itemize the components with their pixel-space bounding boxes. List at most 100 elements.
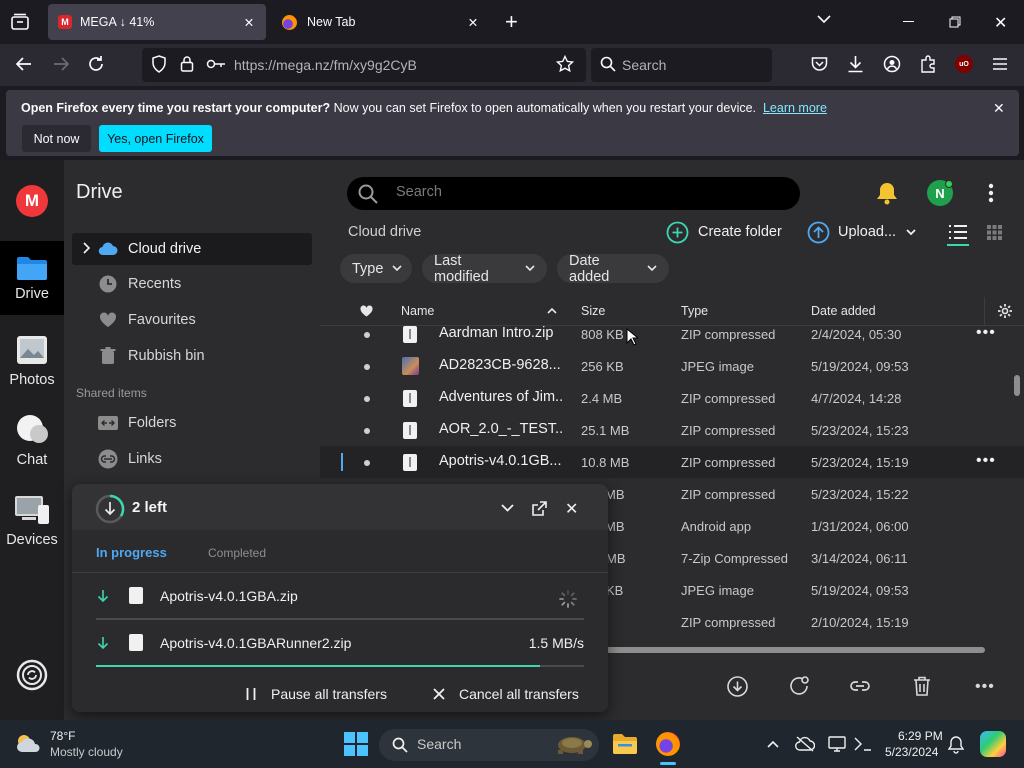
bookmark-star-icon[interactable]: [556, 55, 574, 73]
notification-bell-icon[interactable]: [948, 736, 964, 754]
tab-in-progress[interactable]: In progress: [96, 545, 167, 560]
extensions-puzzle-icon[interactable]: [920, 55, 937, 73]
sidebar-item-links[interactable]: Links: [72, 443, 312, 475]
download-circle-icon[interactable]: [727, 676, 748, 697]
favourite-dot-icon[interactable]: [364, 364, 370, 370]
favourite-column-heart-icon[interactable]: [360, 305, 373, 317]
favourite-dot-icon[interactable]: [364, 396, 370, 402]
share-folder-icon[interactable]: [788, 675, 810, 697]
close-tab-icon[interactable]: ✕: [240, 13, 258, 31]
back-arrow-icon[interactable]: [15, 56, 33, 72]
rail-photos[interactable]: Photos: [0, 335, 64, 388]
table-row[interactable]: Adventures of Jim... 2.4 MB ZIP compress…: [320, 382, 1024, 414]
drive-folder-icon: [16, 255, 48, 281]
tab-completed[interactable]: Completed: [208, 546, 266, 560]
transfer-item[interactable]: Apotris-v4.0.1GBARunner2.zip 1.5 MB/s: [72, 621, 608, 667]
clock-date[interactable]: 5/23/2024: [885, 745, 938, 759]
weather-cloud-icon[interactable]: [14, 731, 44, 755]
pocket-icon[interactable]: [811, 56, 828, 72]
vertical-scrollbar-thumb[interactable]: [1014, 375, 1020, 396]
sidebar-item-rubbish-bin[interactable]: Rubbish bin: [72, 340, 312, 372]
window-close-icon[interactable]: ✕: [994, 13, 1007, 33]
browser-search-box[interactable]: [591, 48, 772, 82]
more-options-vertical-icon[interactable]: [988, 183, 994, 203]
table-row[interactable]: AD2823CB-9628... 256 KB JPEG image 5/19/…: [320, 350, 1024, 382]
account-icon[interactable]: [883, 55, 901, 73]
tab-new-tab[interactable]: New Tab ✕: [272, 4, 490, 40]
file-explorer-icon[interactable]: [612, 733, 638, 755]
not-now-button[interactable]: Not now: [22, 125, 91, 152]
type-filter[interactable]: Type: [340, 254, 412, 283]
rail-devices[interactable]: Devices: [0, 495, 64, 548]
transfer-item[interactable]: Apotris-v4.0.1GBA.zip: [72, 573, 608, 621]
table-row[interactable]: Aardman Intro.zip 808 KB ZIP compressed …: [320, 318, 1024, 350]
pause-all-transfers-button[interactable]: Pause all transfers: [245, 684, 387, 704]
padlock-icon[interactable]: [180, 55, 194, 72]
restore-icon[interactable]: [949, 16, 961, 28]
expand-panel-icon[interactable]: [532, 501, 547, 516]
zip-file-icon: [403, 454, 417, 471]
column-header-date-added[interactable]: Date added: [811, 304, 876, 318]
tab-list-icon[interactable]: [10, 13, 30, 31]
onedrive-offline-icon[interactable]: [795, 736, 815, 752]
sidebar-item-folders[interactable]: Folders: [72, 407, 312, 439]
get-link-icon[interactable]: [849, 680, 871, 692]
upload-button[interactable]: Upload...: [807, 220, 916, 244]
row-more-options-icon[interactable]: •••: [976, 452, 996, 470]
sync-status-icon[interactable]: [16, 659, 48, 691]
tracking-shield-icon[interactable]: [151, 55, 167, 73]
learn-more-link[interactable]: Learn more: [763, 101, 827, 115]
grid-view-icon[interactable]: [987, 225, 1002, 240]
ublock-origin-icon[interactable]: uO: [955, 55, 973, 73]
reload-icon[interactable]: [87, 55, 105, 73]
horizontal-scrollbar-thumb[interactable]: [605, 647, 985, 653]
copilot-icon[interactable]: [980, 731, 1006, 757]
app-menu-hamburger-icon[interactable]: [992, 57, 1008, 71]
favourite-dot-icon[interactable]: [364, 460, 370, 466]
column-header-name[interactable]: Name: [401, 304, 434, 318]
permissions-key-icon[interactable]: [206, 58, 226, 70]
table-row[interactable]: AOR_2.0_-_TEST.... 25.1 MB ZIP compresse…: [320, 414, 1024, 446]
notifications-bell-icon[interactable]: [876, 181, 898, 205]
date-added-filter[interactable]: Date added: [557, 253, 669, 285]
collapse-panel-chevron-icon[interactable]: [501, 504, 514, 512]
sort-ascending-icon[interactable]: [547, 307, 557, 314]
delete-trash-icon[interactable]: [913, 676, 931, 696]
close-panel-icon[interactable]: ✕: [565, 499, 578, 519]
chevron-down-icon: [906, 228, 916, 236]
column-header-size[interactable]: Size: [581, 304, 605, 318]
list-all-tabs-chevron-icon[interactable]: [816, 13, 832, 25]
devices-icon: [14, 495, 50, 525]
favourite-dot-icon[interactable]: [364, 332, 370, 338]
sidebar-item-recents[interactable]: Recents: [72, 268, 312, 300]
close-tab-icon[interactable]: ✕: [464, 13, 482, 31]
firefox-taskbar-icon[interactable]: [656, 732, 680, 756]
close-notification-icon[interactable]: ✕: [993, 100, 1005, 117]
tab-mega[interactable]: M MEGA ↓ 41% ✕: [48, 4, 266, 40]
new-tab-plus-icon[interactable]: +: [505, 11, 518, 33]
downloads-icon[interactable]: [847, 55, 864, 73]
rail-drive[interactable]: Drive: [0, 241, 64, 315]
row-more-options-icon[interactable]: •••: [976, 324, 996, 342]
windows-start-icon[interactable]: [344, 732, 368, 756]
network-icon[interactable]: [853, 735, 873, 753]
list-view-icon[interactable]: [948, 223, 968, 241]
mega-logo-icon[interactable]: M: [16, 185, 48, 217]
file-date: 5/23/2024, 15:22: [811, 487, 909, 502]
yes-open-firefox-button[interactable]: Yes, open Firefox: [99, 125, 212, 152]
table-row-selected[interactable]: Apotris-v4.0.1GB... 10.8 MB ZIP compress…: [320, 446, 1024, 478]
cancel-all-transfers-button[interactable]: Cancel all transfers: [433, 684, 579, 704]
sidebar-item-cloud-drive[interactable]: Cloud drive: [72, 233, 312, 265]
breadcrumb[interactable]: Cloud drive: [348, 224, 421, 240]
favourite-dot-icon[interactable]: [364, 428, 370, 434]
rail-chat[interactable]: Chat: [0, 415, 64, 468]
column-header-type[interactable]: Type: [681, 304, 708, 318]
create-folder-button[interactable]: Create folder: [666, 220, 782, 244]
display-icon[interactable]: [828, 736, 846, 752]
more-actions-icon[interactable]: •••: [975, 678, 995, 696]
last-modified-filter[interactable]: Last modified: [422, 253, 547, 285]
clock-time[interactable]: 6:29 PM: [898, 729, 943, 743]
sidebar-item-favourites[interactable]: Favourites: [72, 304, 312, 336]
minimize-icon[interactable]: [903, 21, 914, 22]
show-hidden-icons-chevron-icon[interactable]: [767, 740, 779, 748]
